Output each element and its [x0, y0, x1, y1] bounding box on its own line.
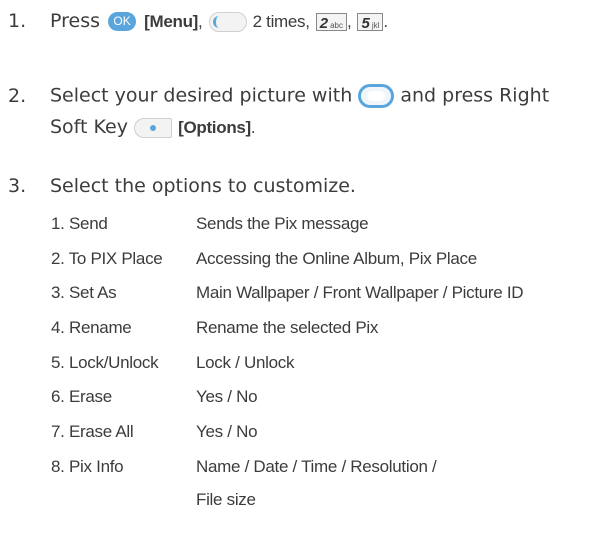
ok-key-icon: OK — [108, 12, 137, 31]
nav-left-key-icon — [208, 11, 247, 32]
option-label: 5. Lock/Unlock — [51, 353, 159, 372]
option-description: Rename the selected Pix — [196, 318, 379, 337]
option-description: File size — [196, 490, 256, 509]
option-description: Main Wallpaper / Front Wallpaper / Pictu… — [196, 283, 524, 302]
step-text: Press — [50, 10, 101, 32]
step-3: 3. Select the options to customize. — [8, 176, 356, 196]
key-digit: 2 — [319, 14, 329, 32]
key-5-icon: 5 jkl — [357, 12, 384, 32]
key-letters: jkl — [371, 20, 380, 30]
step-text: Select your desired picture with — [50, 84, 353, 107]
key-letters: abc — [330, 20, 343, 30]
step-2: 2. Select your desired picture with and p… — [8, 84, 549, 108]
options-label: [Options] — [178, 118, 251, 137]
option-description: Sends the Pix message — [196, 214, 369, 233]
option-label: 6. Erase — [51, 387, 112, 406]
period: . — [383, 12, 388, 31]
option-label: 3. Set As — [51, 283, 117, 302]
step-number: 1. — [8, 10, 27, 32]
step-text: Soft Key — [50, 116, 128, 138]
option-description: Accessing the Online Album, Pix Place — [196, 249, 477, 268]
option-label: 8. Pix Info — [51, 457, 124, 476]
nav-ring-key-icon — [358, 84, 395, 108]
separator: , — [346, 12, 352, 31]
menu-label: [Menu] — [144, 12, 199, 31]
period: . — [250, 118, 256, 137]
step-number: 3. — [8, 175, 27, 197]
option-description: Name / Date / Time / Resolution / — [196, 457, 437, 476]
times-text: 2 times, — [252, 12, 310, 31]
option-label: 2. To PIX Place — [51, 249, 163, 268]
key-digit: 5 — [361, 14, 370, 32]
step-text: Select the options to customize. — [50, 175, 356, 197]
option-label: 7. Erase All — [51, 422, 134, 441]
option-label: 1. Send — [51, 214, 108, 233]
option-description: Yes / No — [196, 422, 258, 441]
option-description: Yes / No — [196, 387, 258, 406]
step-1: 1. Press OK [Menu], 2 times, 2 abc, 5 jkl. — [8, 11, 388, 32]
separator: , — [198, 12, 203, 31]
step-2-line-2: Soft Key [Options]. — [50, 116, 256, 138]
option-description: Lock / Unlock — [196, 353, 295, 372]
step-number: 2. — [8, 84, 27, 107]
option-label: 4. Rename — [51, 318, 132, 337]
key-2-icon: 2 abc — [315, 12, 347, 32]
step-text-continued: and press Right — [400, 84, 550, 107]
right-soft-key-icon — [134, 117, 173, 138]
